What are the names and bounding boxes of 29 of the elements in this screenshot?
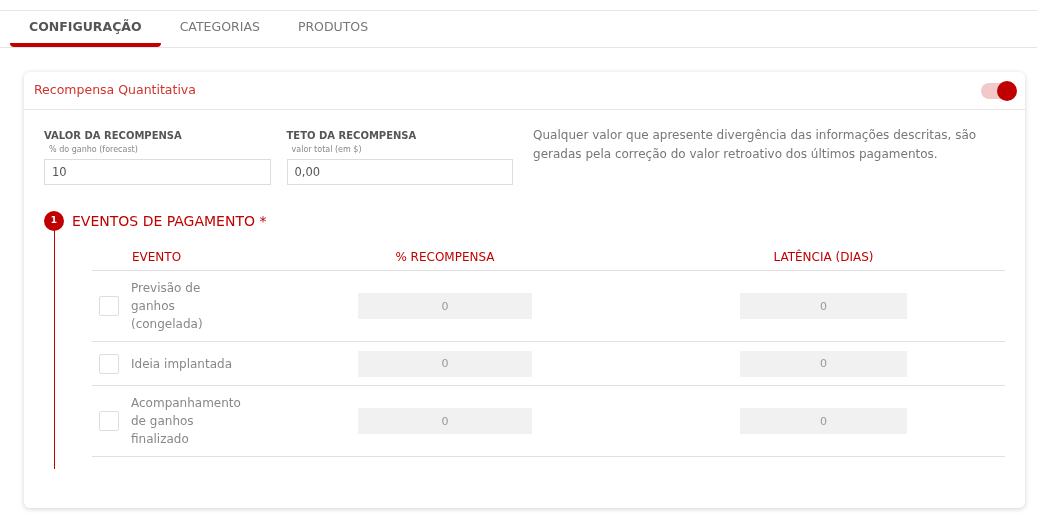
tab[interactable]: PRODUTOS — [278, 12, 388, 47]
field-hint: valor total (em $) — [290, 144, 363, 156]
tab[interactable]: CONFIGURAÇÃO — [10, 12, 161, 47]
input-field[interactable]: 0 — [358, 408, 532, 434]
field-label: VALOR DA RECOMPENSA — [44, 129, 183, 143]
input-field[interactable]: 0 — [740, 293, 907, 319]
checkbox[interactable] — [99, 353, 119, 374]
info-text: Qualquer valor que apresente divergência das informações descritas, são geradas pela correção do valor retroativo dos últimos pagamentos. — [533, 127, 978, 163]
input-field[interactable]: 0 — [358, 350, 532, 377]
card-title: Recompensa Quantitativa — [34, 81, 196, 100]
column-header: % RECOMPENSA — [394, 248, 496, 266]
toggle-switch[interactable] — [981, 82, 1015, 99]
column-header: EVENTO — [131, 248, 183, 266]
event-label: Ideia implantada — [131, 355, 233, 373]
input-field[interactable]: 0 — [740, 350, 907, 377]
input-field[interactable]: 0 — [740, 408, 907, 434]
event-label: Acompanhamento de ganhos finalizado — [131, 395, 241, 448]
input-field[interactable]: 0 — [358, 293, 532, 319]
step-number: 1 — [44, 211, 64, 231]
section-title: EVENTOS DE PAGAMENTO * — [72, 212, 268, 231]
event-label: Previsão de ganhos (congelada) — [131, 280, 204, 333]
input-field[interactable]: 0,00 — [286, 159, 514, 185]
checkbox[interactable] — [99, 411, 119, 431]
field-hint: % do ganho (forecast) — [48, 144, 139, 156]
checkbox[interactable] — [99, 296, 119, 316]
field-label: TETO DA RECOMPENSA — [286, 129, 418, 143]
input-field[interactable]: 10 — [44, 159, 271, 185]
tab[interactable]: CATEGORIAS — [160, 12, 279, 47]
column-header: LATÊNCIA (DIAS) — [772, 248, 875, 266]
